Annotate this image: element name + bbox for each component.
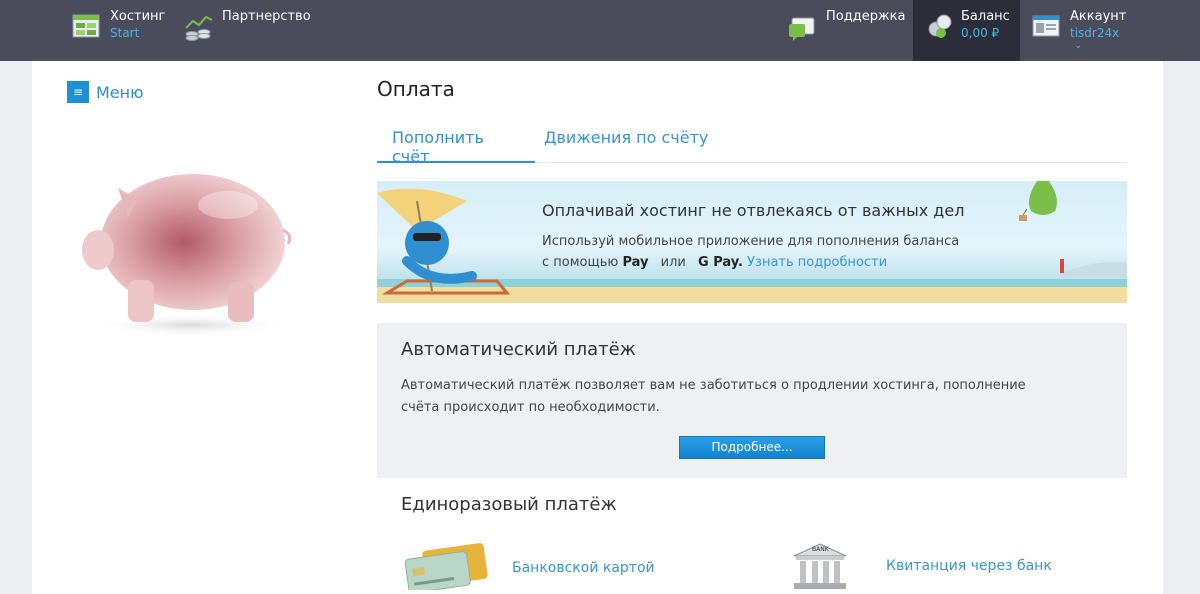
- auto-payment-section: Автоматический платёж Автоматический пла…: [377, 323, 1127, 478]
- menu-button[interactable]: ≡ Меню: [67, 81, 144, 103]
- banner-with: с помощью: [542, 255, 619, 270]
- menu-label: Меню: [96, 82, 144, 102]
- bank-building-icon: BANK: [792, 542, 848, 590]
- auto-payment-title: Автоматический платёж: [401, 339, 636, 360]
- account-card-icon: [1032, 12, 1062, 42]
- apple-pay-label: Pay: [622, 255, 649, 270]
- pay-option-bank-card[interactable]: Банковской картой: [400, 542, 655, 594]
- tab-top-up[interactable]: Пополнить счёт: [377, 116, 535, 166]
- nav-balance-label: Баланс: [961, 9, 1010, 24]
- one-time-payment-title: Единоразовый платёж: [401, 494, 617, 515]
- banner-text-line1: Используй мобильное приложение для попол…: [542, 234, 960, 249]
- mobile-app-banner: Оплачивай хостинг не отвлекаясь от важны…: [377, 181, 1127, 303]
- auto-payment-details-button[interactable]: Подробнее...: [679, 436, 825, 459]
- bank-cards-icon: [400, 542, 492, 594]
- page-title: Оплата: [377, 77, 455, 101]
- nav-balance[interactable]: Баланс 0,00 ₽: [913, 0, 1020, 61]
- bank-building-icon-text: BANK: [812, 546, 829, 553]
- nav-hosting-label: Хостинг: [110, 9, 166, 24]
- banner-or: или: [660, 255, 686, 270]
- nav-account-user: tisdr24x: [1070, 26, 1120, 40]
- auto-payment-text: Автоматический платёж позволяет вам не з…: [401, 378, 1026, 415]
- tab-bar: Пополнить счёт Движения по счёту: [377, 116, 1127, 166]
- nav-balance-value: 0,00 ₽: [961, 26, 1000, 40]
- nav-support-label: Поддержка: [826, 9, 906, 24]
- hamburger-icon: ≡: [67, 81, 89, 103]
- nav-support[interactable]: Поддержка: [788, 0, 906, 61]
- partnership-icon: [184, 12, 214, 42]
- learn-more-link[interactable]: Узнать подробности: [747, 255, 887, 270]
- banner-title: Оплачивай хостинг не отвлекаясь от важны…: [542, 201, 965, 220]
- coins-icon: [927, 12, 953, 42]
- nav-account[interactable]: Аккаунт tisdr24x ⌄: [1032, 0, 1126, 61]
- hosting-icon: [72, 12, 102, 42]
- piggy-bank-illustration: [78, 160, 296, 340]
- nav-account-label: Аккаунт: [1070, 9, 1127, 24]
- pay-option-bank-receipt-label: Квитанция через банк: [886, 558, 1052, 574]
- tab-account-movements[interactable]: Движения по счёту: [529, 116, 723, 163]
- nav-partnership[interactable]: Партнерство: [184, 0, 311, 61]
- nav-hosting[interactable]: Хостинг Start: [72, 0, 165, 61]
- pay-option-bank-card-label: Банковской картой: [512, 560, 655, 576]
- nav-partnership-label: Партнерство: [222, 9, 311, 24]
- pay-option-bank-receipt[interactable]: BANK Квитанция через банк: [792, 542, 1052, 590]
- top-navigation-bar: Хостинг Start Партнерство Поддержка Бала…: [0, 0, 1200, 61]
- banner-text: Используй мобильное приложение для попол…: [542, 231, 962, 273]
- chevron-down-icon[interactable]: ⌄: [1074, 41, 1126, 51]
- google-pay-label: G Pay.: [698, 255, 743, 270]
- nav-hosting-plan: Start: [110, 26, 140, 40]
- support-chat-icon: [788, 12, 818, 42]
